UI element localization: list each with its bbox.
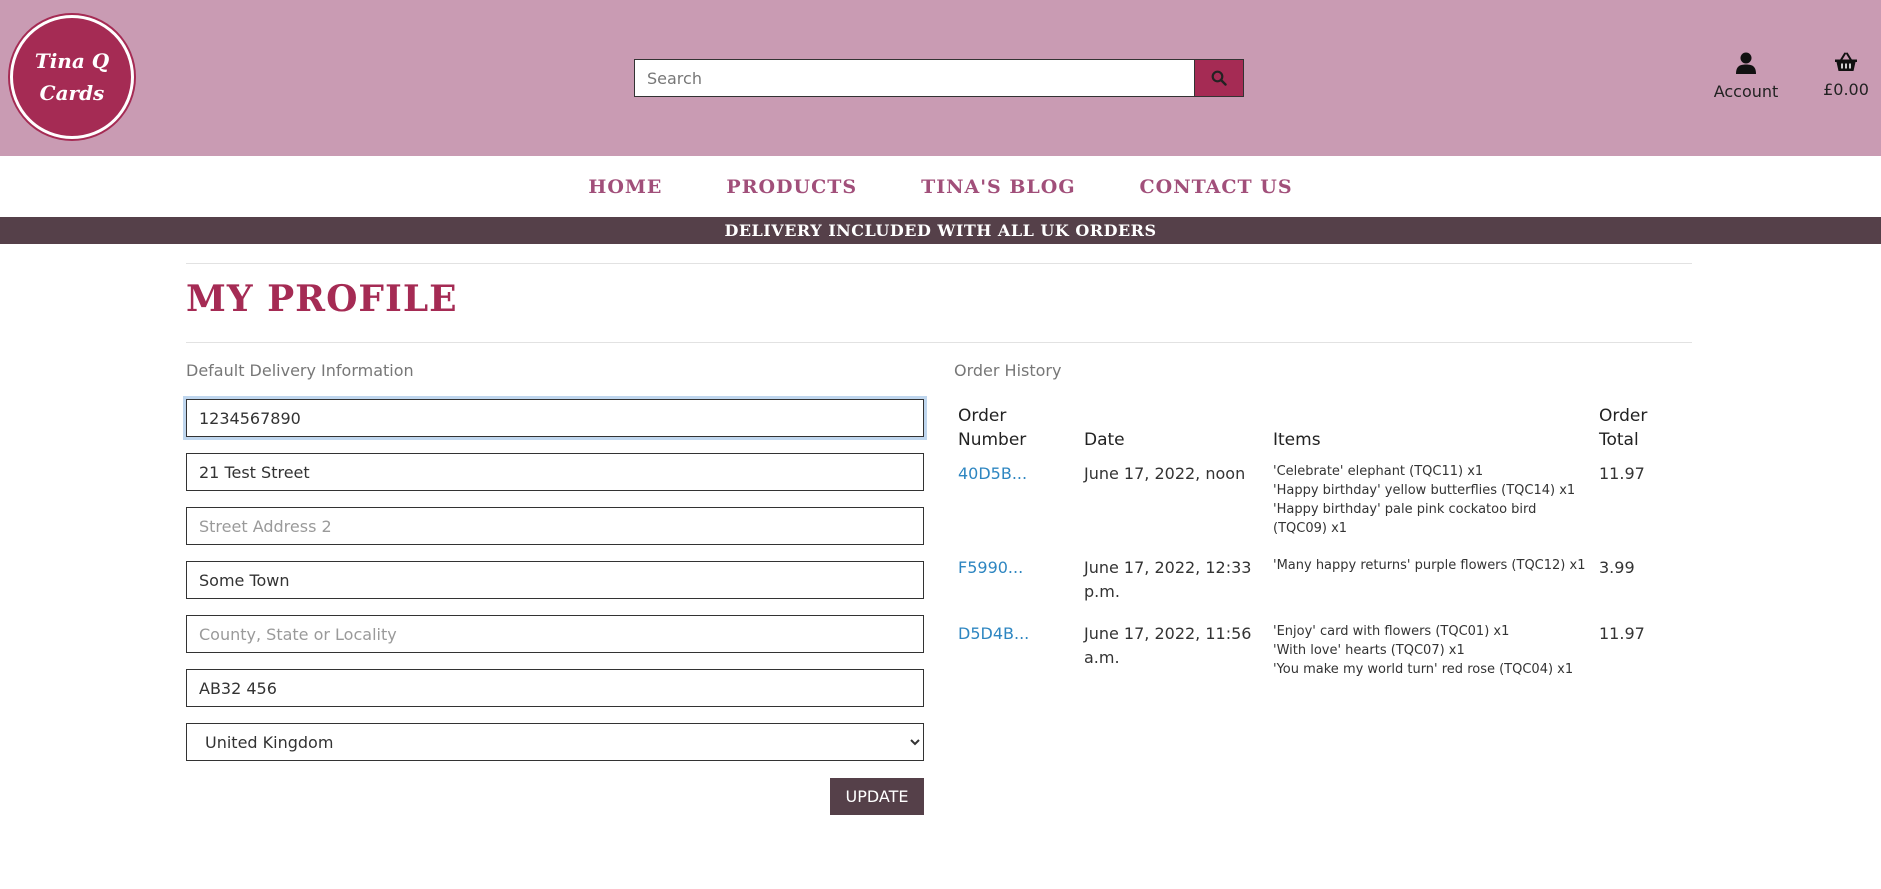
page-title: MY PROFILE xyxy=(186,278,458,320)
divider-top xyxy=(186,263,1692,264)
order-total: 11.97 xyxy=(1599,624,1645,643)
nav-blog[interactable]: TINA'S BLOG xyxy=(921,176,1075,198)
nav-contact[interactable]: CONTACT US xyxy=(1140,176,1293,198)
delivery-info-label: Default Delivery Information xyxy=(186,361,414,380)
nav-products[interactable]: PRODUCTS xyxy=(726,176,857,198)
order-item: 'You make my world turn' red rose (TQC04… xyxy=(1273,662,1574,677)
order-item: 'Enjoy' card with flowers (TQC01) x1 xyxy=(1273,624,1510,639)
order-number-link[interactable]: 40D5B... xyxy=(958,464,1027,483)
header-order-total: Order Total xyxy=(1599,406,1648,450)
street-address-1-field[interactable] xyxy=(186,453,924,491)
user-icon xyxy=(1736,52,1756,74)
update-button[interactable]: UPDATE xyxy=(830,778,924,815)
basket-icon xyxy=(1835,52,1857,71)
town-field[interactable] xyxy=(186,561,924,599)
order-date: June 17, 2022, noon xyxy=(1084,464,1246,483)
account-link[interactable]: Account xyxy=(1700,52,1792,101)
table-header-row: Order Number Date Items Order Total xyxy=(954,400,1694,458)
search-form xyxy=(634,59,1244,97)
county-field[interactable] xyxy=(186,615,924,653)
order-item: 'Happy birthday' yellow butterflies (TQC… xyxy=(1273,483,1576,498)
account-label: Account xyxy=(1713,82,1779,101)
header-order-number: Order Number xyxy=(958,406,1027,450)
order-item: 'Happy birthday' pale pink cockatoo bird… xyxy=(1273,502,1537,536)
postcode-field[interactable] xyxy=(186,669,924,707)
order-number-link[interactable]: D5D4B... xyxy=(958,624,1029,643)
logo-text: Tina Q Cards xyxy=(34,49,110,105)
street-address-2-field[interactable] xyxy=(186,507,924,545)
order-total: 3.99 xyxy=(1599,558,1635,577)
order-total: 11.97 xyxy=(1599,464,1645,483)
order-history-table: Order Number Date Items Order Total 40D5… xyxy=(954,400,1694,693)
order-item: 'With love' hearts (TQC07) x1 xyxy=(1273,643,1465,658)
country-select[interactable]: United Kingdom xyxy=(186,723,924,761)
nav-home[interactable]: HOME xyxy=(588,176,662,198)
bag-total: £0.00 xyxy=(1823,80,1869,99)
table-row: 40D5B... June 17, 2022, noon 'Celebrate'… xyxy=(954,458,1694,552)
main-nav: HOME PRODUCTS TINA'S BLOG CONTACT US xyxy=(0,156,1881,217)
order-item: 'Many happy returns' purple flowers (TQC… xyxy=(1273,558,1586,573)
order-date: June 17, 2022, 11:56 a.m. xyxy=(1084,624,1252,667)
delivery-banner: DELIVERY INCLUDED WITH ALL UK ORDERS xyxy=(0,217,1881,244)
search-button[interactable] xyxy=(1195,59,1244,97)
order-items: 'Many happy returns' purple flowers (TQC… xyxy=(1269,552,1595,618)
header-items: Items xyxy=(1273,430,1321,450)
order-number-link[interactable]: F5990... xyxy=(958,558,1023,577)
order-date: June 17, 2022, 12:33 p.m. xyxy=(1084,558,1252,601)
order-items: 'Enjoy' card with flowers (TQC01) x1 'Wi… xyxy=(1269,618,1595,693)
search-icon xyxy=(1211,70,1227,86)
header-date: Date xyxy=(1084,430,1125,450)
phone-field[interactable] xyxy=(186,399,924,437)
site-header: Tina Q Cards Account £0.00 xyxy=(0,0,1881,156)
order-history-label: Order History xyxy=(954,361,1062,380)
shopping-bag-link[interactable]: £0.00 xyxy=(1816,52,1876,99)
search-input[interactable] xyxy=(634,59,1195,97)
divider-title xyxy=(186,342,1692,343)
order-item: 'Celebrate' elephant (TQC11) x1 xyxy=(1273,464,1484,479)
site-logo[interactable]: Tina Q Cards xyxy=(10,15,134,139)
table-row: D5D4B... June 17, 2022, 11:56 a.m. 'Enjo… xyxy=(954,618,1694,693)
order-items: 'Celebrate' elephant (TQC11) x1 'Happy b… xyxy=(1269,458,1595,552)
table-row: F5990... June 17, 2022, 12:33 p.m. 'Many… xyxy=(954,552,1694,618)
